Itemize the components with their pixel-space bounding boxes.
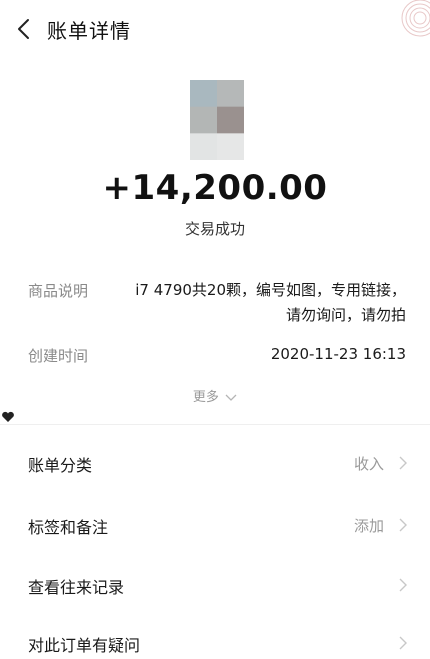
chevron-right-icon	[399, 518, 407, 532]
transaction-amount: +14,200.00	[102, 168, 328, 208]
top-bar: 账单详情	[0, 0, 430, 58]
menu-item-value: 收入	[353, 455, 384, 473]
heart-icon	[2, 411, 14, 422]
avatar-pixel	[190, 106, 217, 134]
transaction-summary: +14,200.00 交易成功	[0, 58, 430, 258]
more-label: 更多	[192, 390, 219, 405]
menu-item-label: 对此订单有疑问	[28, 636, 141, 655]
product-description-label: 商品说明	[28, 282, 89, 300]
transaction-status: 交易成功	[184, 220, 245, 238]
product-description-line-1: i7 4790共20颗，编号如图，专用链接，	[135, 281, 406, 299]
menu-item-order-question[interactable]: 对此订单有疑问	[0, 614, 430, 659]
more-button[interactable]: 更多	[0, 386, 430, 405]
product-description-line-2: 请勿询问，请勿拍	[285, 306, 406, 324]
menu-item-bill-category[interactable]: 账单分类 收入	[0, 434, 430, 492]
avatar-pixel	[217, 133, 244, 160]
page-title: 账单详情	[47, 19, 131, 43]
avatar-pixel	[217, 106, 244, 134]
chevron-right-icon	[399, 636, 407, 650]
back-button[interactable]	[8, 12, 42, 46]
created-time-value: 2020-11-23 16:13	[270, 345, 406, 363]
menu-item-tags-notes[interactable]: 标签和备注 添加	[0, 496, 430, 554]
avatar-pixel	[190, 80, 217, 108]
menu-item-label: 账单分类	[28, 456, 93, 475]
menu-item-transaction-history[interactable]: 查看往来记录	[0, 556, 430, 614]
chevron-right-icon	[399, 578, 407, 592]
chevron-down-icon	[225, 394, 237, 401]
chevron-right-icon	[399, 456, 407, 470]
avatar-pixel	[217, 80, 244, 108]
avatar-pixel	[190, 133, 217, 160]
menu-item-label: 查看往来记录	[28, 578, 125, 597]
section-divider	[0, 424, 430, 425]
menu-item-value: 添加	[353, 517, 384, 535]
chevron-left-icon	[18, 19, 29, 39]
counterparty-avatar	[190, 80, 244, 160]
menu-item-label: 标签和备注	[28, 518, 109, 537]
created-time-label: 创建时间	[28, 347, 89, 365]
product-description-value: i7 4790共20颗，编号如图，专用链接， 请勿询问，请勿拍	[135, 278, 406, 328]
decorative-pattern	[401, 0, 430, 37]
